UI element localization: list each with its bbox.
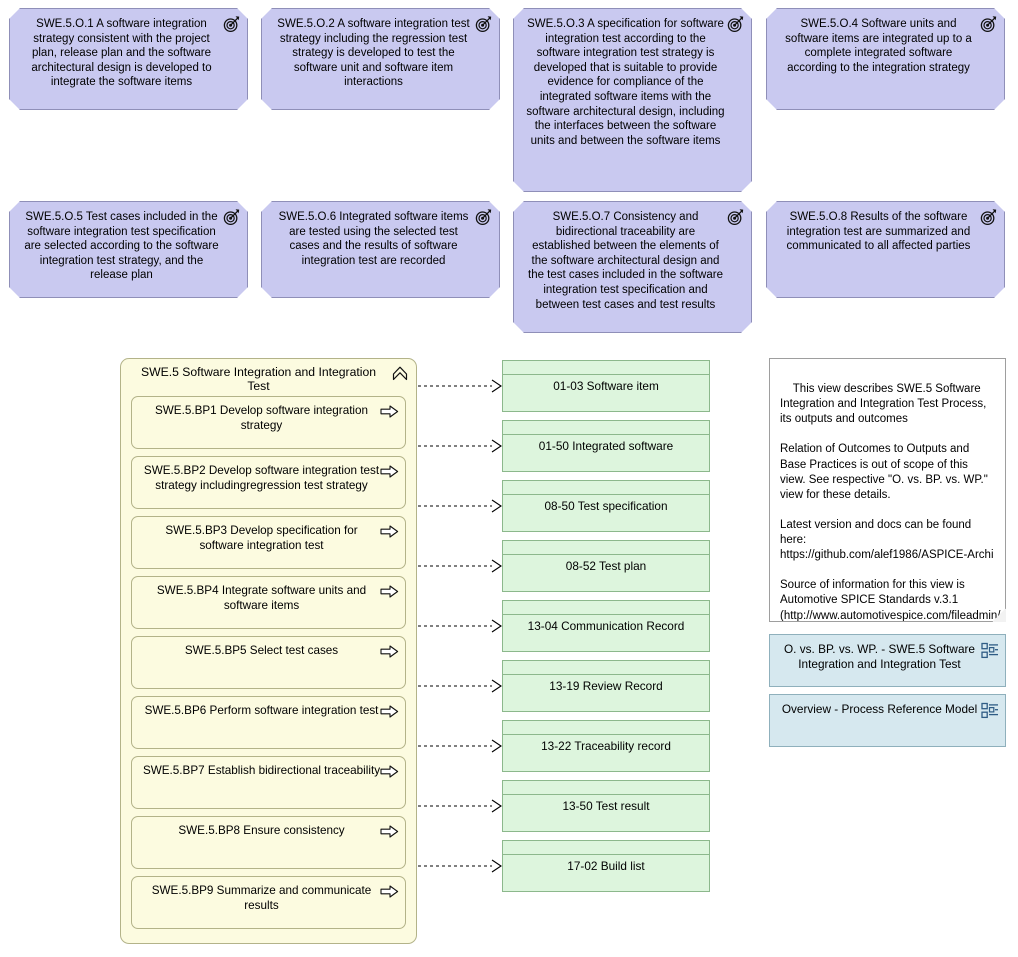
- base-practice-arrow-icon: [380, 884, 399, 899]
- work-product-label: 17-02 Build list: [567, 859, 645, 873]
- base-practice-label: SWE.5.BP1 Develop software integration s…: [154, 404, 369, 432]
- arrowhead-wp1: [491, 379, 502, 393]
- outcome-target-icon: [474, 14, 494, 34]
- outcome-target-icon: [222, 14, 242, 34]
- work-product-header-band: [503, 661, 709, 675]
- base-practice-bp3[interactable]: SWE.5.BP3 Develop specification for soft…: [131, 516, 406, 569]
- work-product-wp9[interactable]: 17-02 Build list: [502, 840, 710, 892]
- base-practice-arrow-icon: [380, 584, 399, 599]
- outcome-label: SWE.5.O.1 A software integration strateg…: [31, 18, 212, 89]
- outcome-label: SWE.5.O.4 Software units and software it…: [785, 18, 972, 74]
- arrowhead-wp8: [491, 799, 502, 813]
- view-diagram-icon: [981, 702, 999, 720]
- base-practice-bp7[interactable]: SWE.5.BP7 Establish bidirectional tracea…: [131, 756, 406, 809]
- process-title: SWE.5 Software Integration and Integrati…: [140, 365, 377, 393]
- work-product-label: 13-19 Review Record: [549, 679, 663, 693]
- work-product-wp3[interactable]: 08-50 Test specification: [502, 480, 710, 532]
- work-product-label: 13-22 Traceability record: [541, 739, 671, 753]
- work-product-label: 08-50 Test specification: [544, 499, 668, 513]
- outcome-box-o5[interactable]: SWE.5.O.5 Test cases included in the sof…: [9, 201, 248, 298]
- work-product-header-band: [503, 421, 709, 435]
- work-product-header-band: [503, 541, 709, 555]
- work-product-wp6[interactable]: 13-19 Review Record: [502, 660, 710, 712]
- view-link-ovsbpvswp[interactable]: O. vs. BP. vs. WP. - SWE.5 Software Inte…: [769, 634, 1006, 687]
- outcome-target-icon: [979, 14, 999, 34]
- work-product-header-band: [503, 781, 709, 795]
- outcome-target-icon: [474, 207, 494, 227]
- base-practice-arrow-icon: [380, 404, 399, 419]
- outcome-target-icon: [979, 207, 999, 227]
- base-practice-label: SWE.5.BP8 Ensure consistency: [178, 824, 345, 837]
- work-product-header-band: [503, 841, 709, 855]
- work-product-label: 01-50 Integrated software: [538, 439, 674, 453]
- outcome-label: SWE.5.O.6 Integrated software items are …: [278, 211, 469, 267]
- base-practice-label: SWE.5.BP3 Develop specification for soft…: [165, 524, 358, 552]
- outcome-target-icon: [726, 14, 746, 34]
- arrowhead-wp4: [491, 559, 502, 573]
- base-practice-label: SWE.5.BP7 Establish bidirectional tracea…: [142, 764, 381, 777]
- outcome-box-o4[interactable]: SWE.5.O.4 Software units and software it…: [766, 8, 1005, 110]
- outcome-box-o6[interactable]: SWE.5.O.6 Integrated software items are …: [261, 201, 500, 298]
- outcome-box-o3[interactable]: SWE.5.O.3 A specification for software i…: [513, 8, 752, 192]
- outcome-box-o1[interactable]: SWE.5.O.1 A software integration strateg…: [9, 8, 248, 110]
- arrowhead-wp3: [491, 499, 502, 513]
- base-practice-bp8[interactable]: SWE.5.BP8 Ensure consistency: [131, 816, 406, 869]
- base-practice-bp2[interactable]: SWE.5.BP2 Develop software integration t…: [131, 456, 406, 509]
- base-practice-arrow-icon: [380, 464, 399, 479]
- work-product-label: 08-52 Test plan: [565, 559, 647, 573]
- base-practice-label: SWE.5.BP5 Select test cases: [184, 644, 339, 657]
- outcome-target-icon: [726, 207, 746, 227]
- arrowhead-wp7: [491, 739, 502, 753]
- arrowhead-wp9: [491, 859, 502, 873]
- outcome-label: SWE.5.O.7 Consistency and bidirectional …: [528, 211, 723, 311]
- work-product-label: 13-50 Test result: [562, 799, 650, 813]
- base-practice-arrow-icon: [380, 644, 399, 659]
- base-practice-arrow-icon: [380, 524, 399, 539]
- outcome-label: SWE.5.O.3 A specification for software i…: [526, 18, 725, 147]
- base-practice-bp5[interactable]: SWE.5.BP5 Select test cases: [131, 636, 406, 689]
- view-link-label: O. vs. BP. vs. WP. - SWE.5 Software Inte…: [784, 642, 975, 671]
- work-product-wp8[interactable]: 13-50 Test result: [502, 780, 710, 832]
- work-product-label: 13-04 Communication Record: [527, 619, 685, 633]
- outcome-label: SWE.5.O.8 Results of the software integr…: [786, 211, 971, 253]
- work-product-wp1[interactable]: 01-03 Software item: [502, 360, 710, 412]
- base-practice-bp6[interactable]: SWE.5.BP6 Perform software integration t…: [131, 696, 406, 749]
- view-link-label: Overview - Process Reference Model: [781, 702, 978, 716]
- base-practice-label: SWE.5.BP4 Integrate software units and s…: [156, 584, 367, 612]
- description-note: This view describes SWE.5 Software Integ…: [769, 358, 1006, 622]
- process-chevron-icon: [390, 363, 410, 383]
- base-practice-bp1[interactable]: SWE.5.BP1 Develop software integration s…: [131, 396, 406, 449]
- base-practice-label: SWE.5.BP6 Perform software integration t…: [144, 704, 379, 717]
- base-practice-bp4[interactable]: SWE.5.BP4 Integrate software units and s…: [131, 576, 406, 629]
- work-product-header-band: [503, 601, 709, 615]
- arrowhead-wp5: [491, 619, 502, 633]
- base-practice-arrow-icon: [380, 764, 399, 779]
- diagram-canvas: SWE.5.O.1 A software integration strateg…: [0, 0, 1018, 957]
- work-product-header-band: [503, 361, 709, 375]
- view-diagram-icon: [981, 642, 999, 660]
- work-product-wp7[interactable]: 13-22 Traceability record: [502, 720, 710, 772]
- base-practice-label: SWE.5.BP2 Develop software integration t…: [143, 464, 380, 492]
- view-link-overview-prm[interactable]: Overview - Process Reference Model: [769, 694, 1006, 747]
- base-practice-label: SWE.5.BP9 Summarize and communicate resu…: [151, 884, 372, 912]
- arrowhead-wp6: [491, 679, 502, 693]
- base-practice-arrow-icon: [380, 704, 399, 719]
- work-product-header-band: [503, 481, 709, 495]
- work-product-wp5[interactable]: 13-04 Communication Record: [502, 600, 710, 652]
- work-product-label: 01-03 Software item: [553, 379, 659, 393]
- arrowhead-wp2: [491, 439, 502, 453]
- base-practice-arrow-icon: [380, 824, 399, 839]
- description-note-text: This view describes SWE.5 Software Integ…: [780, 383, 1006, 622]
- outcome-box-o8[interactable]: SWE.5.O.8 Results of the software integr…: [766, 201, 1005, 298]
- work-product-header-band: [503, 721, 709, 735]
- base-practice-bp9[interactable]: SWE.5.BP9 Summarize and communicate resu…: [131, 876, 406, 929]
- outcome-target-icon: [222, 207, 242, 227]
- outcome-box-o2[interactable]: SWE.5.O.2 A software integration test st…: [261, 8, 500, 110]
- outcome-label: SWE.5.O.5 Test cases included in the sof…: [24, 211, 219, 282]
- work-product-wp4[interactable]: 08-52 Test plan: [502, 540, 710, 592]
- outcome-box-o7[interactable]: SWE.5.O.7 Consistency and bidirectional …: [513, 201, 752, 333]
- work-product-wp2[interactable]: 01-50 Integrated software: [502, 420, 710, 472]
- outcome-label: SWE.5.O.2 A software integration test st…: [277, 18, 470, 89]
